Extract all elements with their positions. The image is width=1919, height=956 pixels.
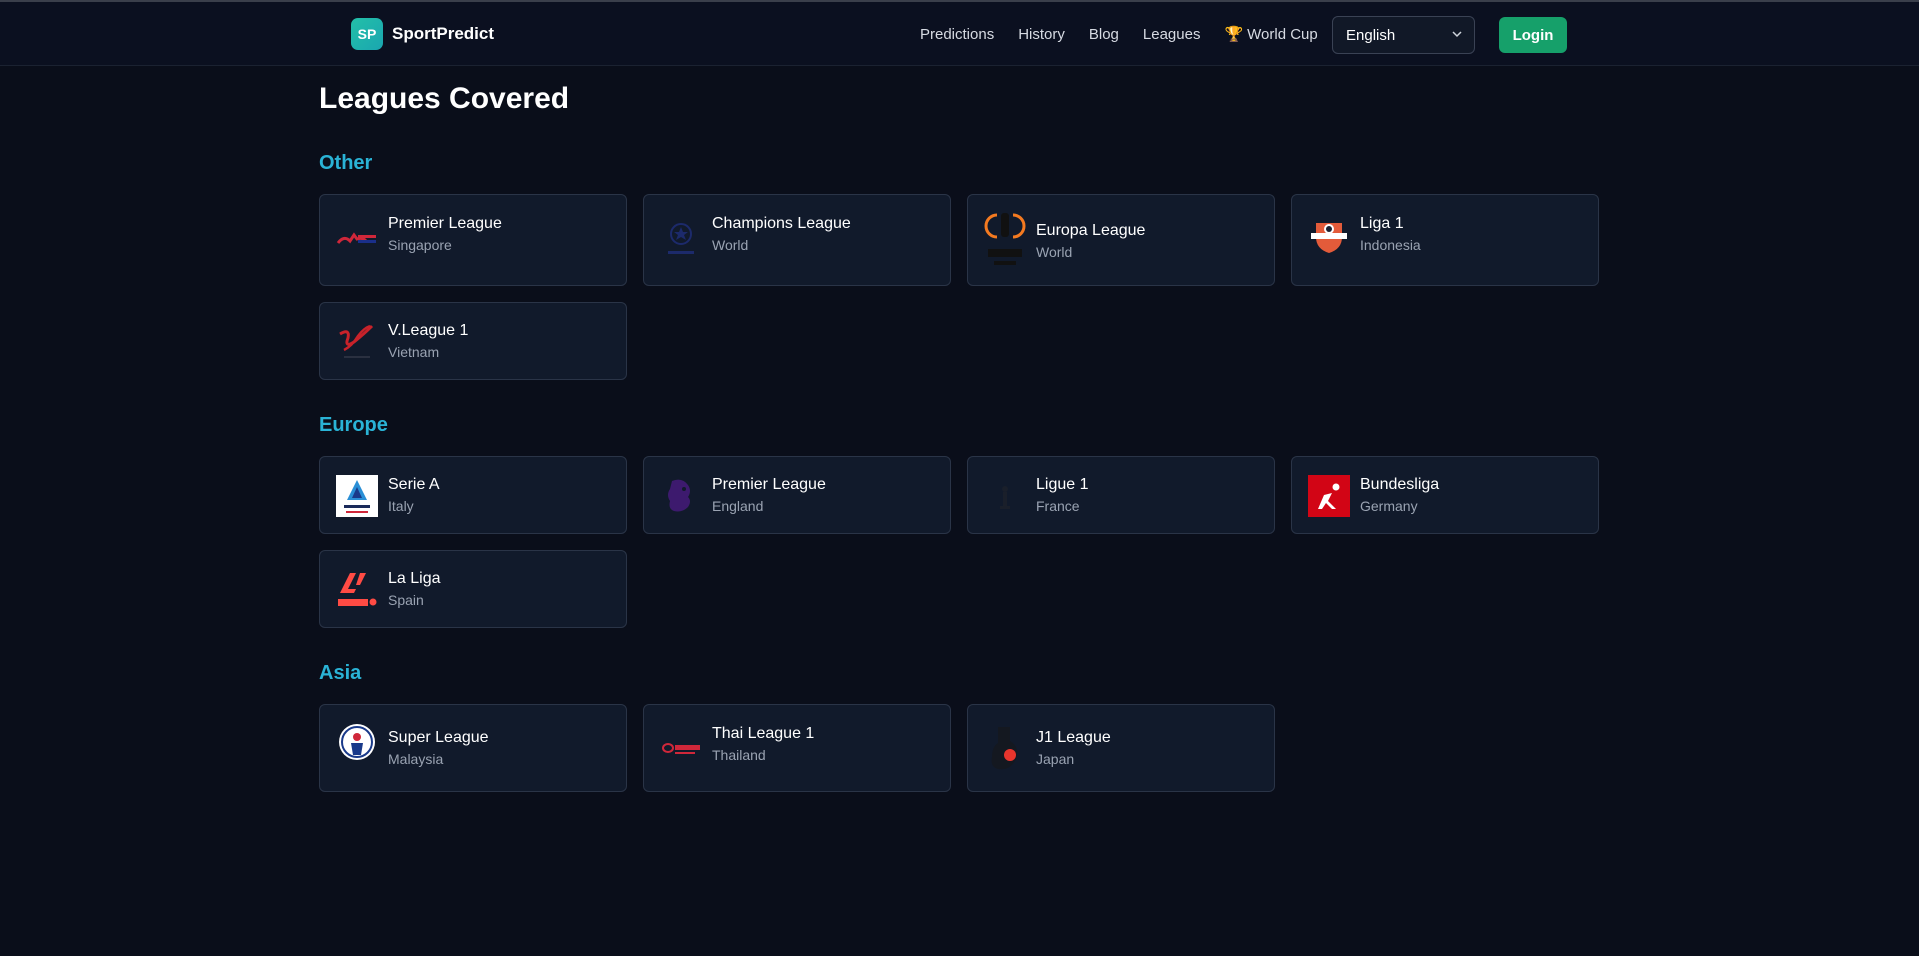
league-card-ligue-1[interactable]: Ligue 1 France [967,456,1275,534]
league-card-europa-league[interactable]: Europa League World [967,194,1275,286]
language-select-value: English [1346,26,1396,44]
league-name: V.League 1 [388,322,469,339]
ligue-1-logo-icon [984,475,1026,517]
malaysia-super-league-logo-icon [336,723,378,765]
league-name: Bundesliga [1360,476,1440,493]
nav-link-leagues[interactable]: Leagues [1143,26,1201,43]
premier-league-lion-logo-icon [660,475,702,517]
nav-link-history[interactable]: History [1018,26,1065,43]
brand-logo[interactable]: SP SportPredict [351,18,494,50]
league-card-thai-league-1[interactable]: Thai League 1 Thailand [643,704,951,792]
v-league-logo-icon [336,320,378,362]
league-card-premier-league-england[interactable]: Premier League England [643,456,951,534]
bundesliga-logo-icon [1308,475,1350,517]
league-card-liga-1[interactable]: Liga 1 Indonesia [1291,194,1599,286]
champions-league-logo-icon [660,219,702,261]
nav-link-predictions[interactable]: Predictions [920,26,994,43]
league-country: France [1036,498,1080,514]
league-name: Super League [388,729,489,746]
league-name: Serie A [388,476,440,493]
league-card-bundesliga[interactable]: Bundesliga Germany [1291,456,1599,534]
league-country: World [712,237,749,253]
league-name: Premier League [712,476,826,493]
nav-link-world-cup[interactable]: 🏆 World Cup [1224,25,1317,43]
league-name: Liga 1 [1360,215,1404,232]
league-card-v-league-1[interactable]: V.League 1 Vietnam [319,302,627,380]
nav-link-world-cup-label: World Cup [1247,26,1318,43]
language-select[interactable]: English [1332,16,1475,54]
league-country: Germany [1360,498,1418,514]
serie-a-logo-icon [336,475,378,517]
page-title: Leagues Covered [319,82,570,115]
league-name: Thai League 1 [712,725,815,742]
brand-badge: SP [351,18,383,50]
league-country: Indonesia [1360,237,1421,253]
league-name: Ligue 1 [1036,476,1089,493]
league-country: Spain [388,592,424,608]
section-title-other: Other [319,152,373,174]
league-country: Japan [1036,751,1075,767]
chevron-down-icon [1452,31,1462,38]
league-card-super-league[interactable]: Super League Malaysia [319,704,627,792]
trophy-icon: 🏆 [1224,26,1244,43]
league-card-serie-a[interactable]: Serie A Italy [319,456,627,534]
league-name: Premier League [388,215,502,232]
europa-league-logo-icon [984,209,1026,271]
league-country: Italy [388,498,414,514]
league-name: Europa League [1036,222,1146,239]
league-name: J1 League [1036,729,1111,746]
league-country: Thailand [712,747,766,763]
login-button[interactable]: Login [1499,17,1567,53]
thai-league-logo-icon [660,727,702,769]
league-country: Singapore [388,237,452,253]
league-card-la-liga[interactable]: La Liga Spain [319,550,627,628]
league-country: Vietnam [388,344,440,360]
brand-name: SportPredict [392,24,495,43]
league-card-champions-league[interactable]: Champions League World [643,194,951,286]
league-card-singapore-premier-league[interactable]: Premier League Singapore [319,194,627,286]
j1-league-logo-icon [984,723,1026,777]
nav-links: Predictions History Blog Leagues 🏆 World … [920,2,1342,66]
section-title-asia: Asia [319,662,362,684]
league-name: La Liga [388,570,441,587]
league-country: England [712,498,764,514]
liga-1-indonesia-logo-icon [1308,215,1350,257]
navbar: SP SportPredict Predictions History Blog… [0,2,1919,66]
league-country: World [1036,244,1073,260]
league-name: Champions League [712,215,851,232]
la-liga-logo-icon [336,569,378,611]
section-title-europe: Europe [319,414,388,436]
nav-link-blog[interactable]: Blog [1089,26,1119,43]
league-card-j1-league[interactable]: J1 League Japan [967,704,1275,792]
league-country: Malaysia [388,751,444,767]
singapore-premier-league-logo-icon [336,219,378,261]
